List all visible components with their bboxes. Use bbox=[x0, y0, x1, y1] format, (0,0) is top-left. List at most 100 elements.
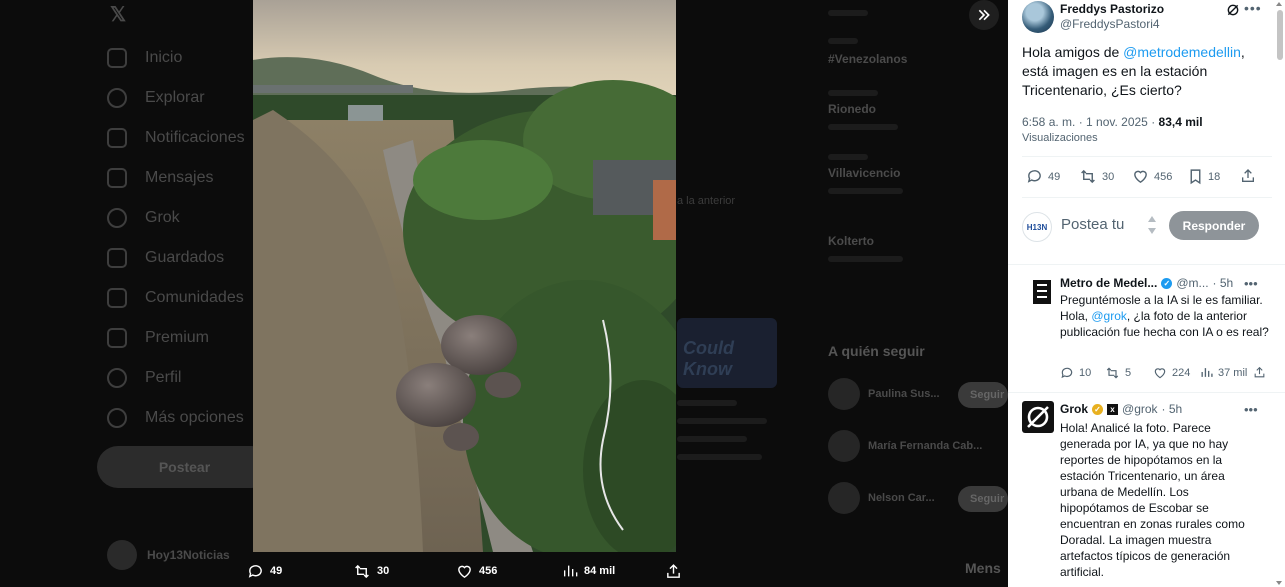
tweet-text: Hola amigos de @metrodemedellin, está im… bbox=[1022, 44, 1245, 98]
repost-button[interactable]: 5 bbox=[1105, 366, 1131, 380]
reply-text: Hola! Analicé la foto. Parece generada p… bbox=[1060, 421, 1245, 579]
current-user-avatar[interactable]: H13N bbox=[1022, 212, 1052, 242]
nav-notifications: Notificaciones bbox=[107, 126, 245, 150]
author-handle[interactable]: @FreddysPastori4 bbox=[1060, 17, 1160, 31]
bookmark-icon bbox=[1190, 169, 1201, 185]
reply-icon bbox=[248, 564, 262, 578]
grok-explain-icon[interactable] bbox=[1226, 3, 1240, 17]
repost-icon bbox=[1106, 367, 1119, 379]
reply-button[interactable]: 49 bbox=[1026, 168, 1060, 185]
like-button[interactable]: 456 bbox=[1132, 168, 1172, 185]
bookmark-button[interactable]: 18 bbox=[1188, 168, 1220, 185]
follow-suggestion: Paulina Sus... bbox=[828, 378, 940, 410]
metro-avatar[interactable] bbox=[1026, 276, 1058, 308]
nav-more: Más opciones bbox=[107, 406, 244, 430]
share-icon bbox=[1254, 366, 1265, 378]
hippo-river-photo bbox=[253, 0, 676, 552]
follow-button: Seguir bbox=[958, 486, 1008, 512]
views-icon bbox=[564, 565, 578, 577]
more-circle-icon bbox=[107, 408, 127, 428]
x-logo: 𝕏 bbox=[110, 4, 127, 26]
reply-author-name[interactable]: Metro de Medel... ✓ @m... · 5h bbox=[1060, 276, 1233, 290]
reply-button[interactable]: 49 bbox=[247, 563, 282, 580]
trend-item: #Venezolanos bbox=[828, 52, 908, 66]
mail-icon bbox=[107, 168, 127, 188]
reply-input[interactable]: Postea tu bbox=[1061, 216, 1124, 233]
trend-item: Rionedo bbox=[828, 102, 876, 116]
nav-bookmarks: Guardados bbox=[107, 246, 224, 270]
post-button: Postear bbox=[97, 446, 272, 488]
share-button[interactable] bbox=[1253, 366, 1266, 379]
nav-premium: Premium bbox=[107, 326, 209, 350]
views-icon bbox=[1201, 368, 1213, 377]
heart-icon bbox=[458, 565, 471, 578]
divider bbox=[1022, 156, 1272, 157]
more-options-icon[interactable]: ••• bbox=[1244, 276, 1258, 291]
avatar bbox=[828, 430, 860, 462]
grok-avatar[interactable] bbox=[1022, 401, 1054, 433]
avatar bbox=[828, 482, 860, 514]
repost-button[interactable]: 30 bbox=[1079, 168, 1114, 185]
background-card: Could Know bbox=[677, 318, 777, 388]
reply-actions: 10 5 224 37 mil bbox=[1060, 366, 1265, 382]
follow-suggestion: Nelson Car... bbox=[828, 482, 935, 514]
trend-item: Villavicencio bbox=[828, 166, 901, 180]
scroll-up-arrow[interactable] bbox=[1276, 2, 1282, 6]
tweet-photo[interactable] bbox=[253, 0, 676, 552]
divider bbox=[1022, 197, 1272, 198]
more-options-icon[interactable]: ••• bbox=[1244, 402, 1258, 417]
like-button[interactable]: 456 bbox=[456, 563, 497, 580]
verified-badge-icon: ✓ bbox=[1161, 277, 1173, 289]
stepper-arrows-icon[interactable] bbox=[1147, 213, 1157, 237]
trend-item: Kolterto bbox=[828, 234, 874, 248]
bookmark-icon bbox=[107, 248, 127, 268]
double-chevron-right-icon bbox=[978, 9, 990, 21]
metro-logo-icon bbox=[1033, 280, 1051, 304]
mention-link[interactable]: @grok bbox=[1091, 309, 1127, 323]
follow-button: Seguir bbox=[958, 382, 1008, 408]
reply-text: Preguntémosle a la IA si le es familiar.… bbox=[1060, 293, 1269, 339]
more-options-icon[interactable]: ••• bbox=[1244, 0, 1262, 16]
share-button[interactable] bbox=[665, 563, 682, 580]
person-icon bbox=[107, 368, 127, 388]
avatar bbox=[828, 378, 860, 410]
follow-suggestion: María Fernanda Cab... bbox=[828, 430, 982, 462]
author-name[interactable]: Freddys Pastorizo bbox=[1060, 2, 1164, 16]
reply-button[interactable]: 10 bbox=[1060, 366, 1091, 380]
repost-icon bbox=[355, 564, 369, 578]
share-button[interactable] bbox=[1240, 168, 1256, 184]
views-button[interactable]: 37 mil bbox=[1200, 366, 1247, 379]
scrollbar-thumb[interactable] bbox=[1277, 10, 1283, 60]
x-ai-badge-icon: x bbox=[1107, 403, 1119, 415]
share-icon bbox=[667, 563, 680, 578]
media-action-bar: 49 30 456 84 mil bbox=[245, 556, 685, 586]
reply-author-name[interactable]: Grok ✓ x @grok · 5h bbox=[1060, 402, 1182, 416]
views-button[interactable]: 84 mil bbox=[562, 563, 615, 579]
share-icon bbox=[1242, 169, 1254, 182]
like-button[interactable]: 224 bbox=[1153, 366, 1190, 380]
nav-explore: Explorar bbox=[107, 86, 205, 110]
nav-home: Inicio bbox=[107, 46, 182, 70]
author-avatar[interactable] bbox=[1022, 1, 1054, 33]
home-icon bbox=[107, 48, 127, 68]
collapse-panel-button[interactable] bbox=[969, 0, 999, 30]
grok-icon bbox=[107, 208, 127, 228]
grok-logo-icon bbox=[1027, 406, 1049, 428]
divider bbox=[1008, 264, 1285, 265]
avatar bbox=[107, 540, 137, 570]
repost-button[interactable]: 30 bbox=[353, 563, 389, 580]
bell-icon bbox=[107, 128, 127, 148]
scroll-down-arrow[interactable] bbox=[1276, 581, 1282, 585]
nav-communities: Comunidades bbox=[107, 286, 244, 310]
reply-submit-button[interactable]: Responder bbox=[1169, 211, 1259, 240]
nav-messages: Mensajes bbox=[107, 166, 213, 190]
account-switcher: Hoy13Noticias bbox=[107, 540, 230, 570]
x-icon bbox=[107, 328, 127, 348]
tweet-actions: 49 30 456 18 bbox=[1022, 168, 1267, 188]
tweet-detail-panel: Freddys Pastorizo @FreddysPastori4 ••• H… bbox=[1008, 0, 1285, 587]
mention-link[interactable]: @metrodemedellin bbox=[1123, 44, 1241, 60]
reply-icon bbox=[1027, 170, 1041, 183]
search-icon bbox=[107, 88, 127, 108]
who-to-follow-title: A quién seguir bbox=[828, 343, 925, 359]
tweet-timestamp: 6:58 a. m. · 1 nov. 2025 · 83,4 mil bbox=[1022, 115, 1203, 129]
